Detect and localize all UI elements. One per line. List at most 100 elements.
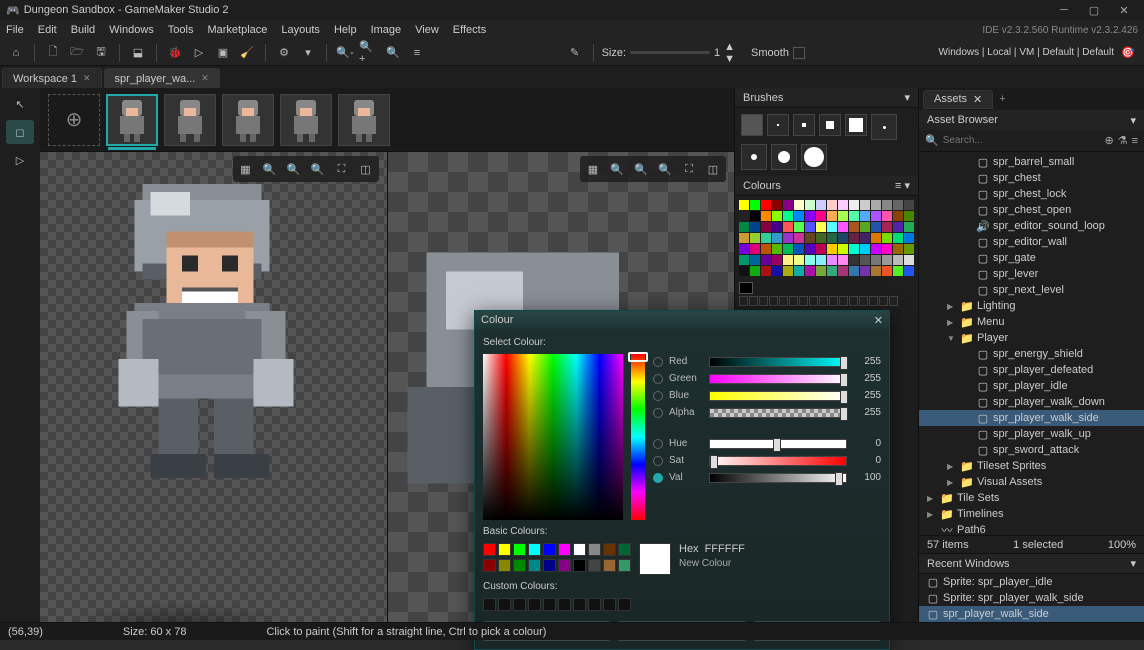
size-slider[interactable] — [630, 51, 710, 54]
assets-tab[interactable]: Assets✕ — [923, 90, 993, 109]
custom-swatch[interactable] — [603, 598, 616, 611]
channel-radio[interactable] — [653, 408, 663, 418]
frame-thumbnail[interactable] — [222, 94, 274, 146]
menu-file[interactable]: File — [6, 24, 24, 36]
swatch[interactable] — [805, 266, 815, 276]
tree-item[interactable]: ▢spr_player_walk_down — [919, 394, 1144, 410]
target-label[interactable]: Windows | Local | VM | Default | Default — [939, 47, 1114, 58]
tree-item[interactable]: ▶📁Lighting — [919, 298, 1144, 314]
swatch[interactable] — [794, 200, 804, 210]
menu-effects[interactable]: Effects — [453, 24, 486, 36]
swatch-empty[interactable] — [849, 296, 858, 306]
swatch[interactable] — [871, 200, 881, 210]
recent-item[interactable]: ▢Sprite: spr_player_idle — [919, 574, 1144, 590]
tree-item[interactable]: ▼📁Player — [919, 330, 1144, 346]
tree-item[interactable]: ▢spr_next_level — [919, 282, 1144, 298]
hex-value[interactable]: FFFFFF — [705, 543, 745, 555]
tree-item[interactable]: ▢spr_chest_open — [919, 202, 1144, 218]
swatch[interactable] — [827, 222, 837, 232]
swatch[interactable] — [805, 200, 815, 210]
swatch[interactable] — [783, 244, 793, 254]
swatch[interactable] — [904, 266, 914, 276]
brush-preset[interactable] — [793, 114, 815, 136]
swatch[interactable] — [794, 233, 804, 243]
swatch[interactable] — [739, 233, 749, 243]
swatch[interactable] — [750, 211, 760, 221]
menu-windows[interactable]: Windows — [109, 24, 154, 36]
swatch[interactable] — [816, 233, 826, 243]
saturation-value-picker[interactable] — [483, 354, 623, 520]
tree-item[interactable]: ▢spr_lever — [919, 266, 1144, 282]
tree-item[interactable]: ▢spr_barrel_small — [919, 154, 1144, 170]
add-frame-button[interactable]: ⊕ — [48, 94, 100, 146]
tree-item[interactable]: 🔊spr_editor_sound_loop — [919, 218, 1144, 234]
zoom-reset-icon[interactable]: 🔍 — [383, 43, 403, 63]
basic-swatch[interactable] — [543, 543, 556, 556]
swatch[interactable] — [838, 200, 848, 210]
settings-icon[interactable]: ⚙ — [274, 43, 294, 63]
swatch[interactable] — [849, 266, 859, 276]
swatch[interactable] — [772, 233, 782, 243]
swatch[interactable] — [882, 233, 892, 243]
basic-swatch[interactable] — [558, 543, 571, 556]
swatch[interactable] — [860, 222, 870, 232]
swatch[interactable] — [904, 200, 914, 210]
tree-item[interactable]: ▢spr_player_defeated — [919, 362, 1144, 378]
channel-slider[interactable] — [709, 473, 847, 483]
hue-bar[interactable] — [631, 354, 645, 520]
menu-marketplace[interactable]: Marketplace — [207, 24, 267, 36]
swatch[interactable] — [882, 211, 892, 221]
swatch[interactable] — [893, 233, 903, 243]
swatch[interactable] — [805, 211, 815, 221]
menu-view[interactable]: View — [415, 24, 439, 36]
swatch[interactable] — [893, 255, 903, 265]
minimize-button[interactable]: ─ — [1050, 1, 1078, 19]
save-icon[interactable]: 🖫 — [91, 43, 111, 63]
swatch[interactable] — [860, 211, 870, 221]
basic-swatch[interactable] — [618, 543, 631, 556]
swatch[interactable] — [838, 255, 848, 265]
play-icon[interactable]: ▷ — [189, 43, 209, 63]
smooth-checkbox[interactable] — [793, 47, 805, 59]
recent-item[interactable]: ▢spr_player_walk_side — [919, 606, 1144, 622]
swatch[interactable] — [772, 266, 782, 276]
close-icon[interactable]: ✕ — [874, 314, 883, 327]
swatch[interactable] — [893, 222, 903, 232]
custom-swatch[interactable] — [573, 598, 586, 611]
swatch[interactable] — [794, 222, 804, 232]
channel-slider[interactable] — [709, 374, 847, 384]
brush-preset[interactable] — [771, 144, 797, 170]
swatch[interactable] — [882, 222, 892, 232]
tree-item[interactable]: ▢spr_editor_wall — [919, 234, 1144, 250]
swatch-empty[interactable] — [859, 296, 868, 306]
swatch[interactable] — [849, 255, 859, 265]
swatch-empty[interactable] — [749, 296, 758, 306]
brush-preset[interactable] — [741, 114, 763, 136]
swatch-empty[interactable] — [829, 296, 838, 306]
swatch[interactable] — [772, 222, 782, 232]
fullscreen-icon[interactable]: ⛶ — [332, 159, 352, 179]
filter-icon[interactable]: ⚗ — [1118, 134, 1128, 147]
swatch[interactable] — [849, 222, 859, 232]
swatch[interactable] — [761, 266, 771, 276]
chevron-down-icon[interactable]: ▾ — [904, 91, 910, 104]
marquee-tool-icon[interactable]: ◻ — [6, 120, 34, 144]
channel-radio[interactable] — [653, 439, 663, 449]
swatch[interactable] — [739, 282, 753, 294]
size-up[interactable]: ▲ — [724, 41, 735, 53]
brush-preset[interactable] — [845, 114, 867, 136]
pencil-icon[interactable]: ✎ — [565, 43, 585, 63]
cursor-tool-icon[interactable]: ↖ — [6, 92, 34, 116]
channel-slider[interactable] — [709, 357, 847, 367]
debug-icon[interactable]: 🐞 — [165, 43, 185, 63]
zoom-out-icon[interactable]: 🔍- — [335, 43, 355, 63]
custom-swatch[interactable] — [558, 598, 571, 611]
basic-swatch[interactable] — [573, 559, 586, 572]
frame-thumbnail[interactable] — [106, 94, 158, 146]
swatch-empty[interactable] — [889, 296, 898, 306]
swatch[interactable] — [739, 244, 749, 254]
package-icon[interactable]: ⬓ — [128, 43, 148, 63]
swatch[interactable] — [739, 266, 749, 276]
swatch-empty[interactable] — [819, 296, 828, 306]
tree-item[interactable]: ▢spr_player_walk_side — [919, 410, 1144, 426]
